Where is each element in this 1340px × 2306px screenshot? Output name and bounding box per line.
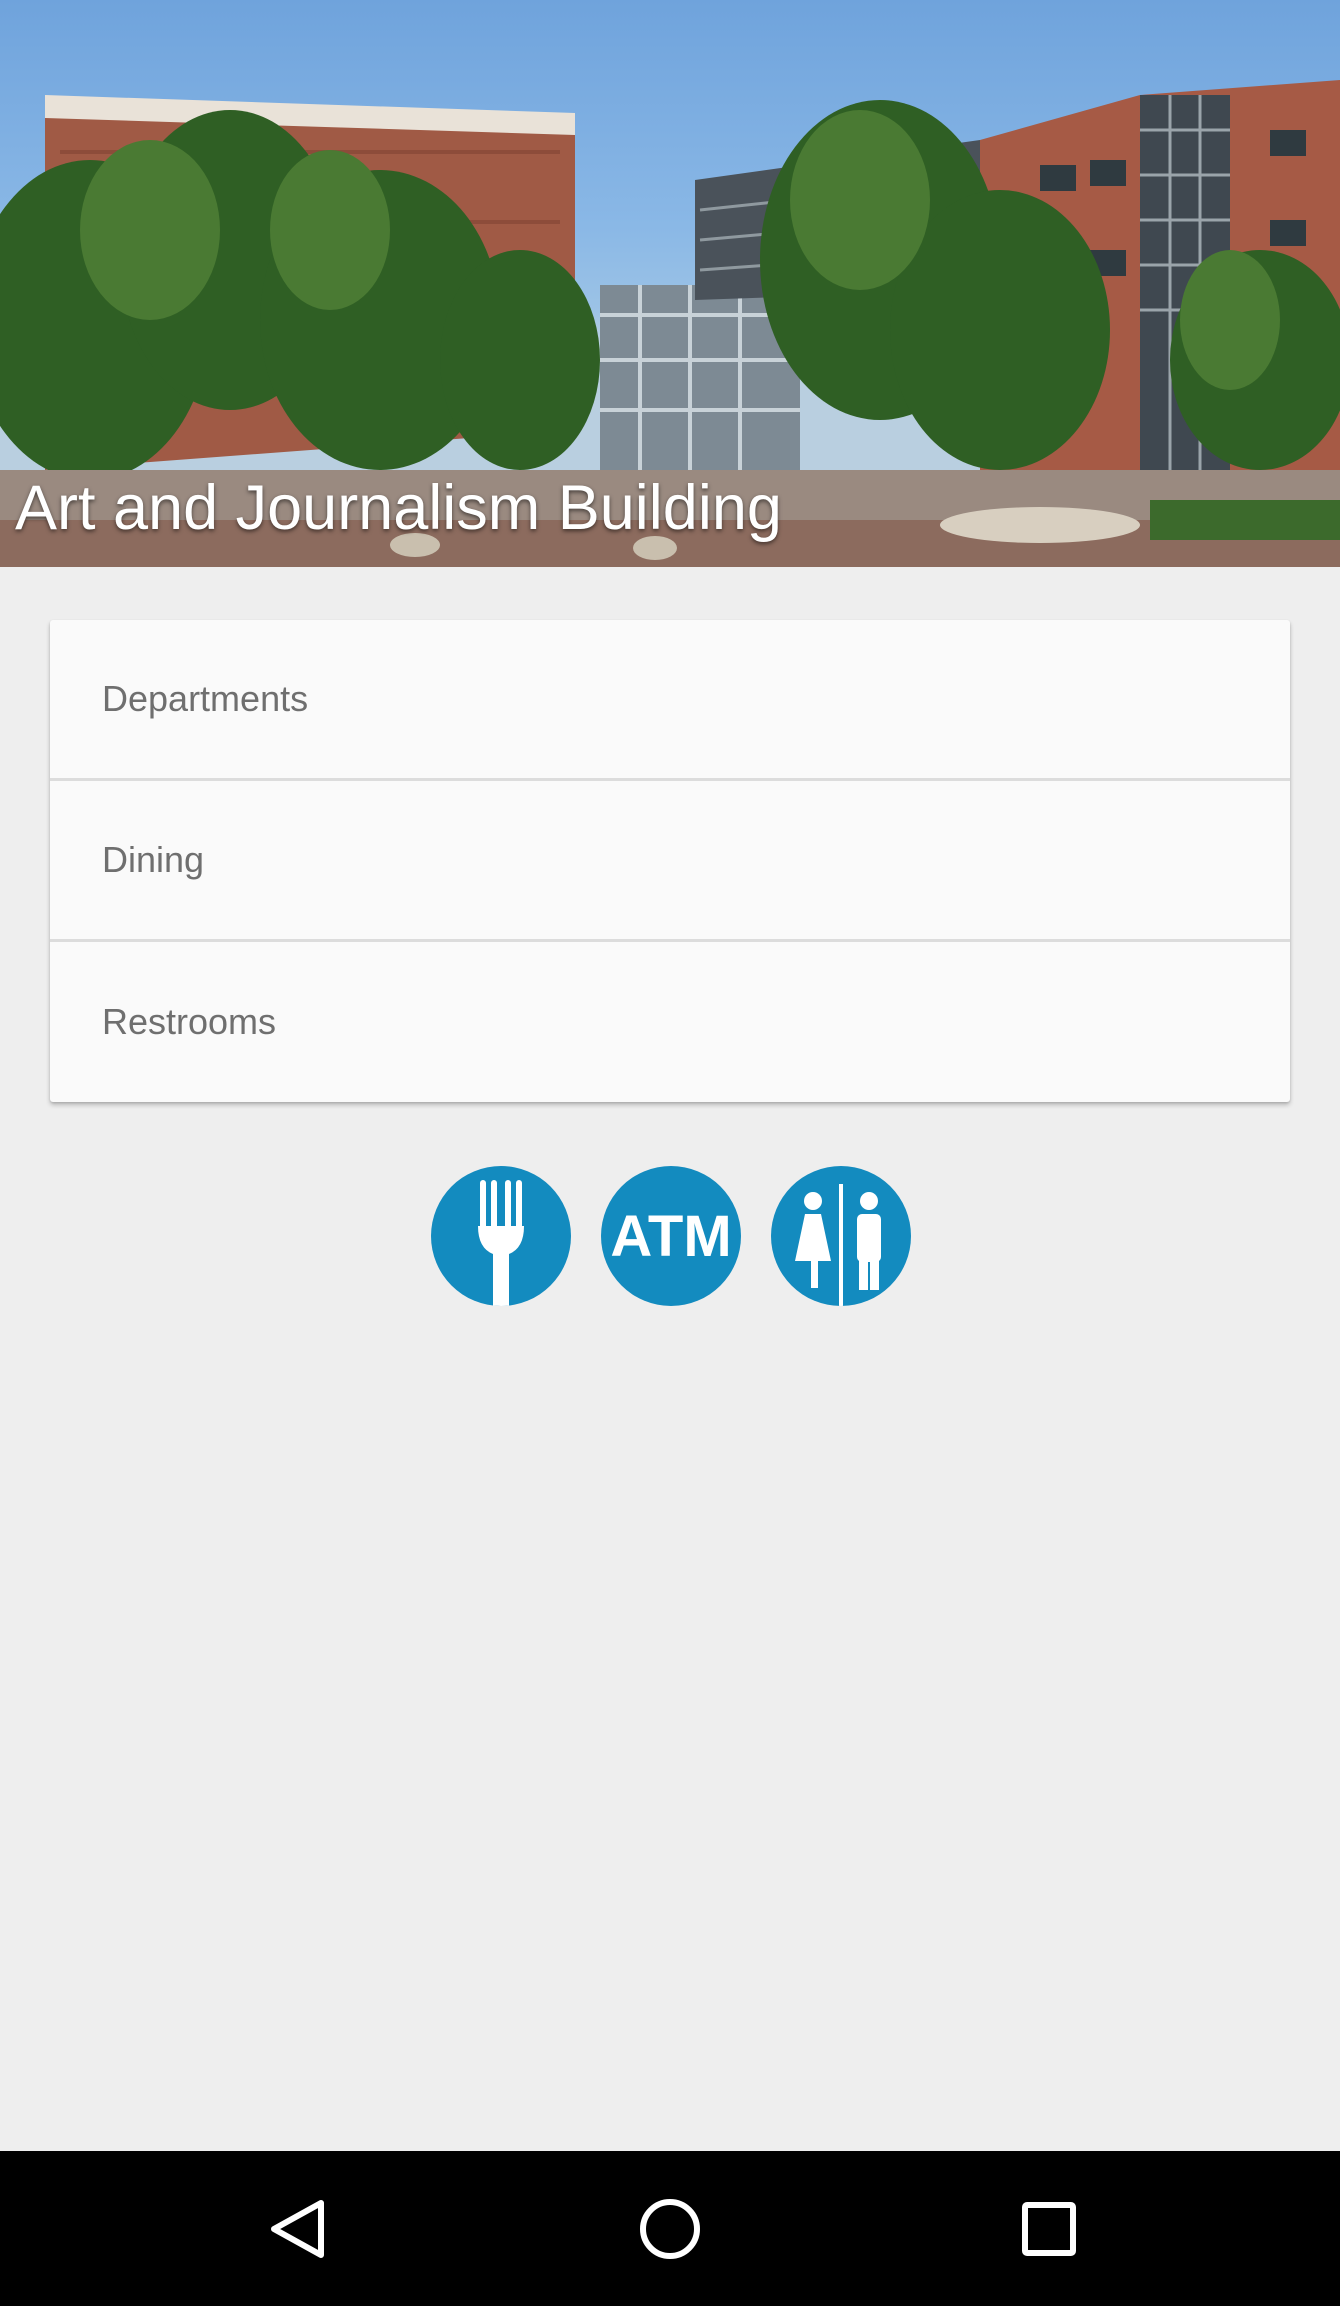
home-circle-icon xyxy=(640,2199,700,2259)
back-triangle-icon xyxy=(271,2200,324,2258)
list-item-label: Dining xyxy=(102,839,205,880)
atm-label: ATM xyxy=(610,1204,731,1269)
list-item-restrooms[interactable]: Restrooms xyxy=(50,942,1290,1102)
page-title: Art and Journalism Building xyxy=(15,473,782,543)
list-item-dining[interactable]: Dining xyxy=(50,781,1290,942)
list-item-departments[interactable]: Departments xyxy=(50,620,1290,781)
category-list: Departments Dining Restrooms xyxy=(50,620,1290,1102)
atm-icon: ATM xyxy=(610,1204,731,1269)
atm-button[interactable]: ATM xyxy=(601,1166,741,1306)
list-item-label: Departments xyxy=(102,678,309,719)
list-item-label: Restrooms xyxy=(102,1001,277,1042)
fork-icon xyxy=(478,1180,524,1306)
restroom-icon xyxy=(795,1184,881,1306)
amenity-icons: ATM xyxy=(0,1166,1340,1306)
recents-button[interactable] xyxy=(969,2151,1129,2306)
back-button[interactable] xyxy=(215,2151,375,2306)
system-navigation-bar xyxy=(0,2151,1340,2306)
recents-square-icon xyxy=(1022,2202,1076,2256)
home-button[interactable] xyxy=(590,2151,750,2306)
dining-button[interactable] xyxy=(431,1166,571,1306)
building-header: Art and Journalism Building xyxy=(0,0,1340,567)
restrooms-button[interactable] xyxy=(771,1166,911,1306)
